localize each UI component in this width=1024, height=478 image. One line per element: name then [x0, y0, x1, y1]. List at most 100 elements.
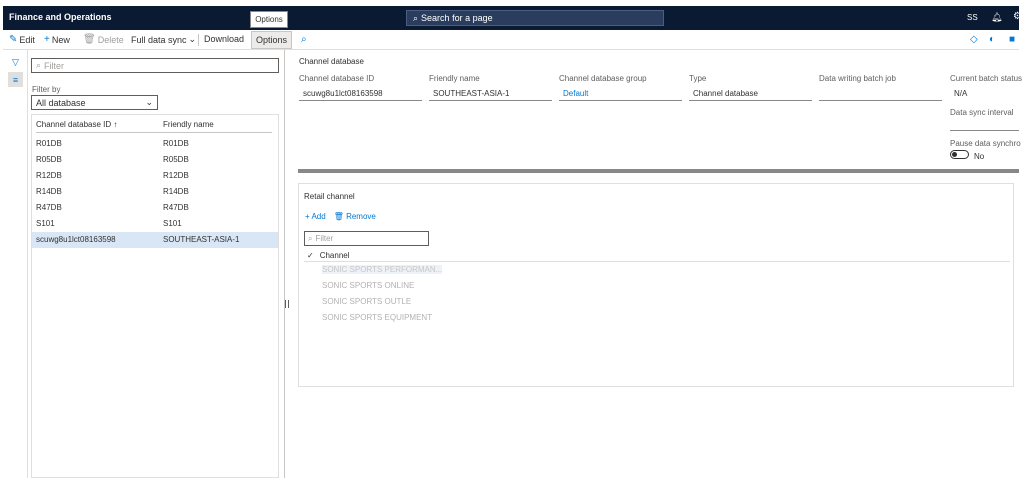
column-header-friendly-name[interactable]: Friendly name: [163, 120, 214, 129]
new-label: New: [51, 34, 70, 45]
filter-by-label: Filter by: [32, 85, 61, 94]
list-pane: ⌕ Filter Filter by All database ⌄ Channe…: [28, 50, 285, 478]
grid-header: Channel database ID ↑ Friendly name: [32, 115, 278, 133]
fasttab-divider: [298, 169, 1019, 173]
trash-icon: 🗑︎: [83, 34, 96, 45]
field-value[interactable]: Channel database: [689, 87, 812, 101]
add-channel-button[interactable]: + Add: [305, 212, 326, 221]
options-tab[interactable]: Options: [251, 31, 293, 49]
channel-database-grid: Channel database ID ↑ Friendly name R01D…: [31, 114, 279, 478]
channel-header-divider: [304, 261, 1010, 262]
cell-id: R05DB: [36, 155, 62, 164]
pause-data-sync-value: No: [974, 152, 985, 161]
toggle-knob: [952, 152, 957, 157]
diamond-icon[interactable]: ◇: [970, 34, 978, 45]
edit-label: Edit: [19, 34, 35, 45]
top-navigation-bar: Finance and Operations ⌕ Search for a pa…: [3, 6, 1022, 30]
settings-gear-icon[interactable]: ⚙: [1013, 11, 1022, 22]
user-avatar[interactable]: SS: [967, 13, 978, 22]
table-row[interactable]: R01DB R01DB: [32, 136, 278, 152]
field-channel-database-id: Channel database ID scuwg8u1lct08163598: [299, 74, 422, 101]
search-icon: ⌕: [413, 12, 419, 23]
field-value[interactable]: SOUTHEAST-ASIA-1: [429, 87, 552, 101]
column-header-channel-database-id[interactable]: Channel database ID ↑: [36, 120, 117, 129]
cell-name: R14DB: [163, 187, 189, 196]
trash-icon: 🗑︎: [333, 212, 344, 221]
app-title[interactable]: Finance and Operations: [9, 12, 112, 22]
list-view-icon[interactable]: ≡: [8, 72, 23, 87]
list-item[interactable]: SONIC SPORTS EQUIPMENT: [322, 313, 432, 322]
retail-channel-actions: + Add 🗑︎ Remove: [305, 212, 376, 221]
remove-channel-button[interactable]: 🗑︎ Remove: [334, 212, 376, 221]
table-row-selected[interactable]: scuwg8u1lct08163598 SOUTHEAST-ASIA-1: [32, 232, 278, 248]
data-sync-interval-field[interactable]: [950, 130, 1019, 131]
field-label: Channel database group: [559, 74, 647, 83]
action-search-icon[interactable]: ⌕: [301, 34, 307, 45]
pane-splitter-handle[interactable]: [285, 300, 289, 308]
cell-name: R05DB: [163, 155, 189, 164]
cell-name: R01DB: [163, 139, 189, 148]
full-data-sync-label: Full data sync: [131, 34, 187, 45]
field-channel-database-group: Channel database group Default: [559, 74, 682, 101]
filter-by-select[interactable]: All database ⌄: [31, 95, 158, 110]
list-filter-input[interactable]: ⌕ Filter: [31, 58, 279, 73]
table-row[interactable]: R05DB R05DB: [32, 152, 278, 168]
cell-name: S101: [163, 219, 182, 228]
column-header-label: Channel database ID: [36, 120, 112, 129]
table-row[interactable]: R47DB R47DB: [32, 200, 278, 216]
cell-id: R01DB: [36, 139, 62, 148]
field-label: Type: [689, 74, 707, 83]
delete-label: Delete: [97, 34, 124, 45]
field-type: Type Channel database: [689, 74, 812, 101]
full-data-sync-menu[interactable]: Full data sync ⌄: [131, 34, 196, 45]
chevron-down-icon: ⌄: [188, 34, 197, 44]
field-value-link[interactable]: Default: [559, 87, 682, 101]
retail-channel-card: Retail channel + Add 🗑︎ Remove ⌕ Filter …: [298, 183, 1014, 387]
retail-channel-title[interactable]: Retail channel: [304, 192, 355, 201]
options-tooltip: Options: [250, 11, 288, 28]
channel-filter-placeholder: Filter: [315, 234, 334, 243]
notifications-bell-icon[interactable]: 🔔︎: [991, 12, 1002, 23]
channel-column-header[interactable]: ✓ Channel: [307, 251, 350, 260]
delete-button[interactable]: 🗑︎ Delete: [83, 34, 124, 45]
list-item[interactable]: SONIC SPORTS ONLINE: [322, 281, 414, 290]
badge-icon[interactable]: ■: [1009, 34, 1015, 45]
check-icon: ✓: [307, 251, 314, 260]
sort-ascending-icon: ↑: [113, 120, 118, 129]
detail-pane: Channel database Channel database ID scu…: [290, 50, 1023, 478]
field-label: Channel database ID: [299, 74, 375, 83]
field-friendly-name: Friendly name SOUTHEAST-ASIA-1: [429, 74, 552, 101]
field-label: Friendly name: [429, 74, 480, 83]
edit-button[interactable]: ✎ Edit: [9, 34, 35, 45]
table-row[interactable]: R12DB R12DB: [32, 168, 278, 184]
pause-data-sync-toggle[interactable]: [950, 150, 969, 159]
global-search-box[interactable]: ⌕ Search for a page: [406, 10, 664, 26]
field-value[interactable]: [819, 87, 942, 101]
cell-id: scuwg8u1lct08163598: [36, 235, 116, 244]
list-filter-placeholder: Filter: [44, 60, 65, 71]
list-item[interactable]: SONIC SPORTS PERFORMAN...: [322, 265, 443, 274]
office-icon[interactable]: ◐: [989, 34, 995, 45]
pause-data-sync-label: Pause data synchro: [950, 139, 1021, 148]
field-value: N/A: [954, 89, 968, 98]
field-label: Data writing batch job: [819, 74, 896, 83]
cell-name: R47DB: [163, 203, 189, 212]
new-button[interactable]: + New: [44, 34, 70, 45]
action-separator: [198, 34, 199, 46]
search-icon: ⌕: [36, 60, 42, 70]
field-data-writing-batch-job: Data writing batch job: [819, 74, 942, 101]
pencil-icon: ✎: [9, 34, 18, 45]
filter-by-value: All database: [36, 97, 86, 108]
field-label: Current batch status: [950, 74, 1023, 83]
download-button[interactable]: Download: [204, 34, 244, 44]
global-search-placeholder: Search for a page: [421, 13, 493, 23]
section-title: Channel database: [299, 57, 364, 66]
table-row[interactable]: R14DB R14DB: [32, 184, 278, 200]
filter-funnel-icon[interactable]: ▽: [8, 55, 23, 70]
list-item[interactable]: SONIC SPORTS OUTLE: [322, 297, 411, 306]
field-value[interactable]: scuwg8u1lct08163598: [299, 87, 422, 101]
channel-filter-input[interactable]: ⌕ Filter: [304, 231, 429, 246]
data-sync-interval-label: Data sync interval: [950, 108, 1014, 117]
cell-id: R47DB: [36, 203, 62, 212]
table-row[interactable]: S101 S101: [32, 216, 278, 232]
